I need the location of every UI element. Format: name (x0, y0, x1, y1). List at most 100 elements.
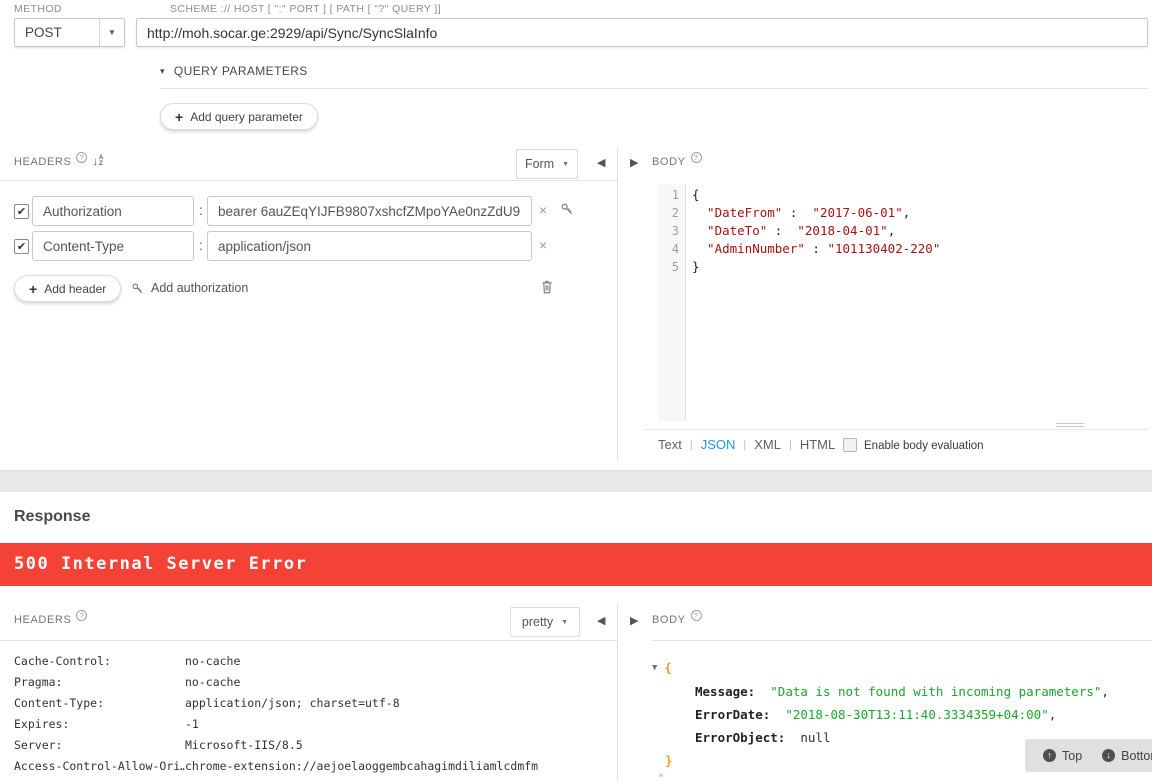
request-body-title-text: BODY (652, 156, 686, 168)
json-value: "Data is not found with incoming paramet… (770, 684, 1101, 699)
response-body-title: BODY ? (652, 614, 702, 626)
remove-header-icon[interactable]: × (539, 237, 547, 253)
collapse-toggle-icon[interactable]: ▼ (652, 663, 657, 673)
header-value-input[interactable] (207, 231, 532, 261)
clipped-json-content: " (658, 773, 664, 781)
editor-bottom-border (645, 429, 1148, 430)
add-query-parameter-label: Add query parameter (190, 110, 303, 124)
enable-body-evaluation-label: Enable body evaluation (864, 440, 984, 452)
method-select[interactable]: POST ▼ (14, 18, 125, 47)
scroll-buttons: ↑ Top ↓ Bottom (1025, 739, 1152, 772)
collapse-response-headers-arrow[interactable]: ◀ (597, 614, 605, 627)
json-entry: Message: "Data is not found with incomin… (652, 680, 1152, 703)
header-value-input[interactable] (207, 196, 532, 226)
response-section-title: Response (14, 508, 90, 526)
response-header-value: application/json; charset=utf-8 (185, 696, 400, 710)
line-number: 5 (658, 258, 679, 276)
line-number: 2 (658, 204, 679, 222)
editor-code[interactable]: { "DateFrom" : "2017-06-01", "DateTo" : … (692, 186, 1148, 276)
help-icon[interactable]: ? (76, 610, 87, 621)
editor-resize-handle[interactable] (1056, 421, 1084, 427)
json-entry: ErrorDate: "2018-08-30T13:11:40.3334359+… (652, 703, 1152, 726)
response-header-name: Cache-Control: (14, 651, 185, 672)
help-icon[interactable]: ? (76, 152, 87, 163)
scroll-top-button[interactable]: ↑ Top (1035, 749, 1090, 763)
headers-view-mode-select[interactable]: Form ▼ (516, 149, 578, 179)
response-header-row: Cache-Control:no-cache (14, 651, 604, 672)
url-input[interactable] (136, 18, 1148, 47)
status-banner: 500 Internal Server Error (0, 543, 1152, 586)
json-close-brace: } (665, 753, 673, 768)
response-headers-list: Cache-Control:no-cache Pragma:no-cache C… (14, 651, 604, 777)
response-header-name: Expires: (14, 714, 185, 735)
method-label: METHOD (14, 3, 62, 15)
json-open-brace: { (664, 660, 672, 675)
header-name-input[interactable] (32, 231, 194, 261)
header-colon: : (199, 203, 203, 218)
scroll-bottom-label: Bottom (1121, 749, 1152, 763)
query-divider (160, 88, 1148, 89)
collapse-headers-panel-arrow[interactable]: ◀ (597, 156, 605, 169)
chevron-down-icon[interactable]: ▼ (99, 19, 124, 46)
response-headers-title: HEADERS ? (14, 614, 87, 626)
request-headers-title: HEADERS ? ↓ A Z (14, 156, 104, 168)
scroll-top-label: Top (1062, 749, 1082, 763)
headers-view-mode-value: Form (525, 157, 554, 171)
tab-separator: | (690, 439, 693, 451)
help-icon[interactable]: ? (691, 610, 702, 621)
request-body-editor[interactable]: 1 2 3 4 5 { "DateFrom" : "2017-06-01", "… (658, 184, 1148, 421)
tab-json[interactable]: JSON (701, 437, 736, 452)
add-authorization-label: Add authorization (151, 281, 248, 295)
response-header-name: Content-Type: (14, 693, 185, 714)
arrow-up-circle-icon: ↑ (1043, 749, 1056, 762)
delete-headers-icon[interactable] (540, 279, 554, 300)
key-icon[interactable] (560, 202, 574, 221)
response-header-value: -1 (185, 717, 199, 731)
add-header-button[interactable]: + Add header (14, 275, 121, 302)
add-query-parameter-button[interactable]: + Add query parameter (160, 103, 318, 130)
response-header-row: Server:Microsoft-IIS/8.5 (14, 735, 604, 756)
json-key: Message: (695, 684, 755, 699)
json-value: null (800, 730, 830, 745)
url-scheme-label: SCHEME :// HOST [ ":" PORT ] [ PATH [ "?… (170, 3, 441, 15)
method-value: POST (15, 25, 99, 40)
key-icon (131, 282, 144, 295)
plus-icon: + (29, 281, 37, 297)
query-parameters-toggle[interactable]: ▾ QUERY PARAMETERS (160, 64, 308, 78)
response-header-row: Content-Type:application/json; charset=u… (14, 693, 604, 714)
expand-response-body-arrow[interactable]: ▶ (630, 614, 638, 627)
body-type-tabs: Text | JSON | XML | HTML (658, 437, 835, 452)
response-body-underline (652, 640, 1152, 641)
enable-body-evaluation-checkbox[interactable] (843, 438, 857, 452)
scroll-bottom-button[interactable]: ↓ Bottom (1094, 749, 1152, 763)
header-name-input[interactable] (32, 196, 194, 226)
chevron-down-icon: ▼ (561, 619, 568, 626)
response-header-row: Expires:-1 (14, 714, 604, 735)
tab-text[interactable]: Text (658, 437, 682, 452)
remove-header-icon[interactable]: × (539, 202, 547, 218)
json-value: "2018-08-30T13:11:40.3334359+04:00" (785, 707, 1048, 722)
tab-html[interactable]: HTML (800, 437, 835, 452)
chevron-down-icon: ▼ (562, 161, 569, 168)
tab-separator: | (743, 439, 746, 451)
header-enabled-checkbox[interactable]: ✔ (14, 239, 29, 254)
response-panel-divider (617, 604, 618, 781)
response-headers-title-text: HEADERS (14, 614, 71, 626)
response-body-title-text: BODY (652, 614, 686, 626)
query-parameters-title: QUERY PARAMETERS (174, 64, 308, 78)
help-icon[interactable]: ? (691, 152, 702, 163)
tab-xml[interactable]: XML (754, 437, 781, 452)
expand-body-panel-arrow[interactable]: ▶ (630, 156, 638, 169)
response-view-mode-value: pretty (522, 615, 553, 629)
add-authorization-link[interactable]: Add authorization (131, 281, 248, 295)
rest-client-app: METHOD SCHEME :// HOST [ ":" PORT ] [ PA… (0, 0, 1152, 781)
sort-headers-icon[interactable]: ↓ A Z (92, 154, 104, 168)
response-headers-view-mode-select[interactable]: pretty ▼ (510, 607, 580, 637)
response-header-value: no-cache (185, 675, 240, 689)
triangle-down-icon: ▾ (160, 66, 165, 77)
response-header-name: Access-Control-Allow-Ori… (14, 756, 185, 777)
response-header-row: Access-Control-Allow-Ori…chrome-extensio… (14, 756, 604, 777)
line-number: 3 (658, 222, 679, 240)
section-separator (0, 470, 1152, 492)
header-enabled-checkbox[interactable]: ✔ (14, 204, 29, 219)
